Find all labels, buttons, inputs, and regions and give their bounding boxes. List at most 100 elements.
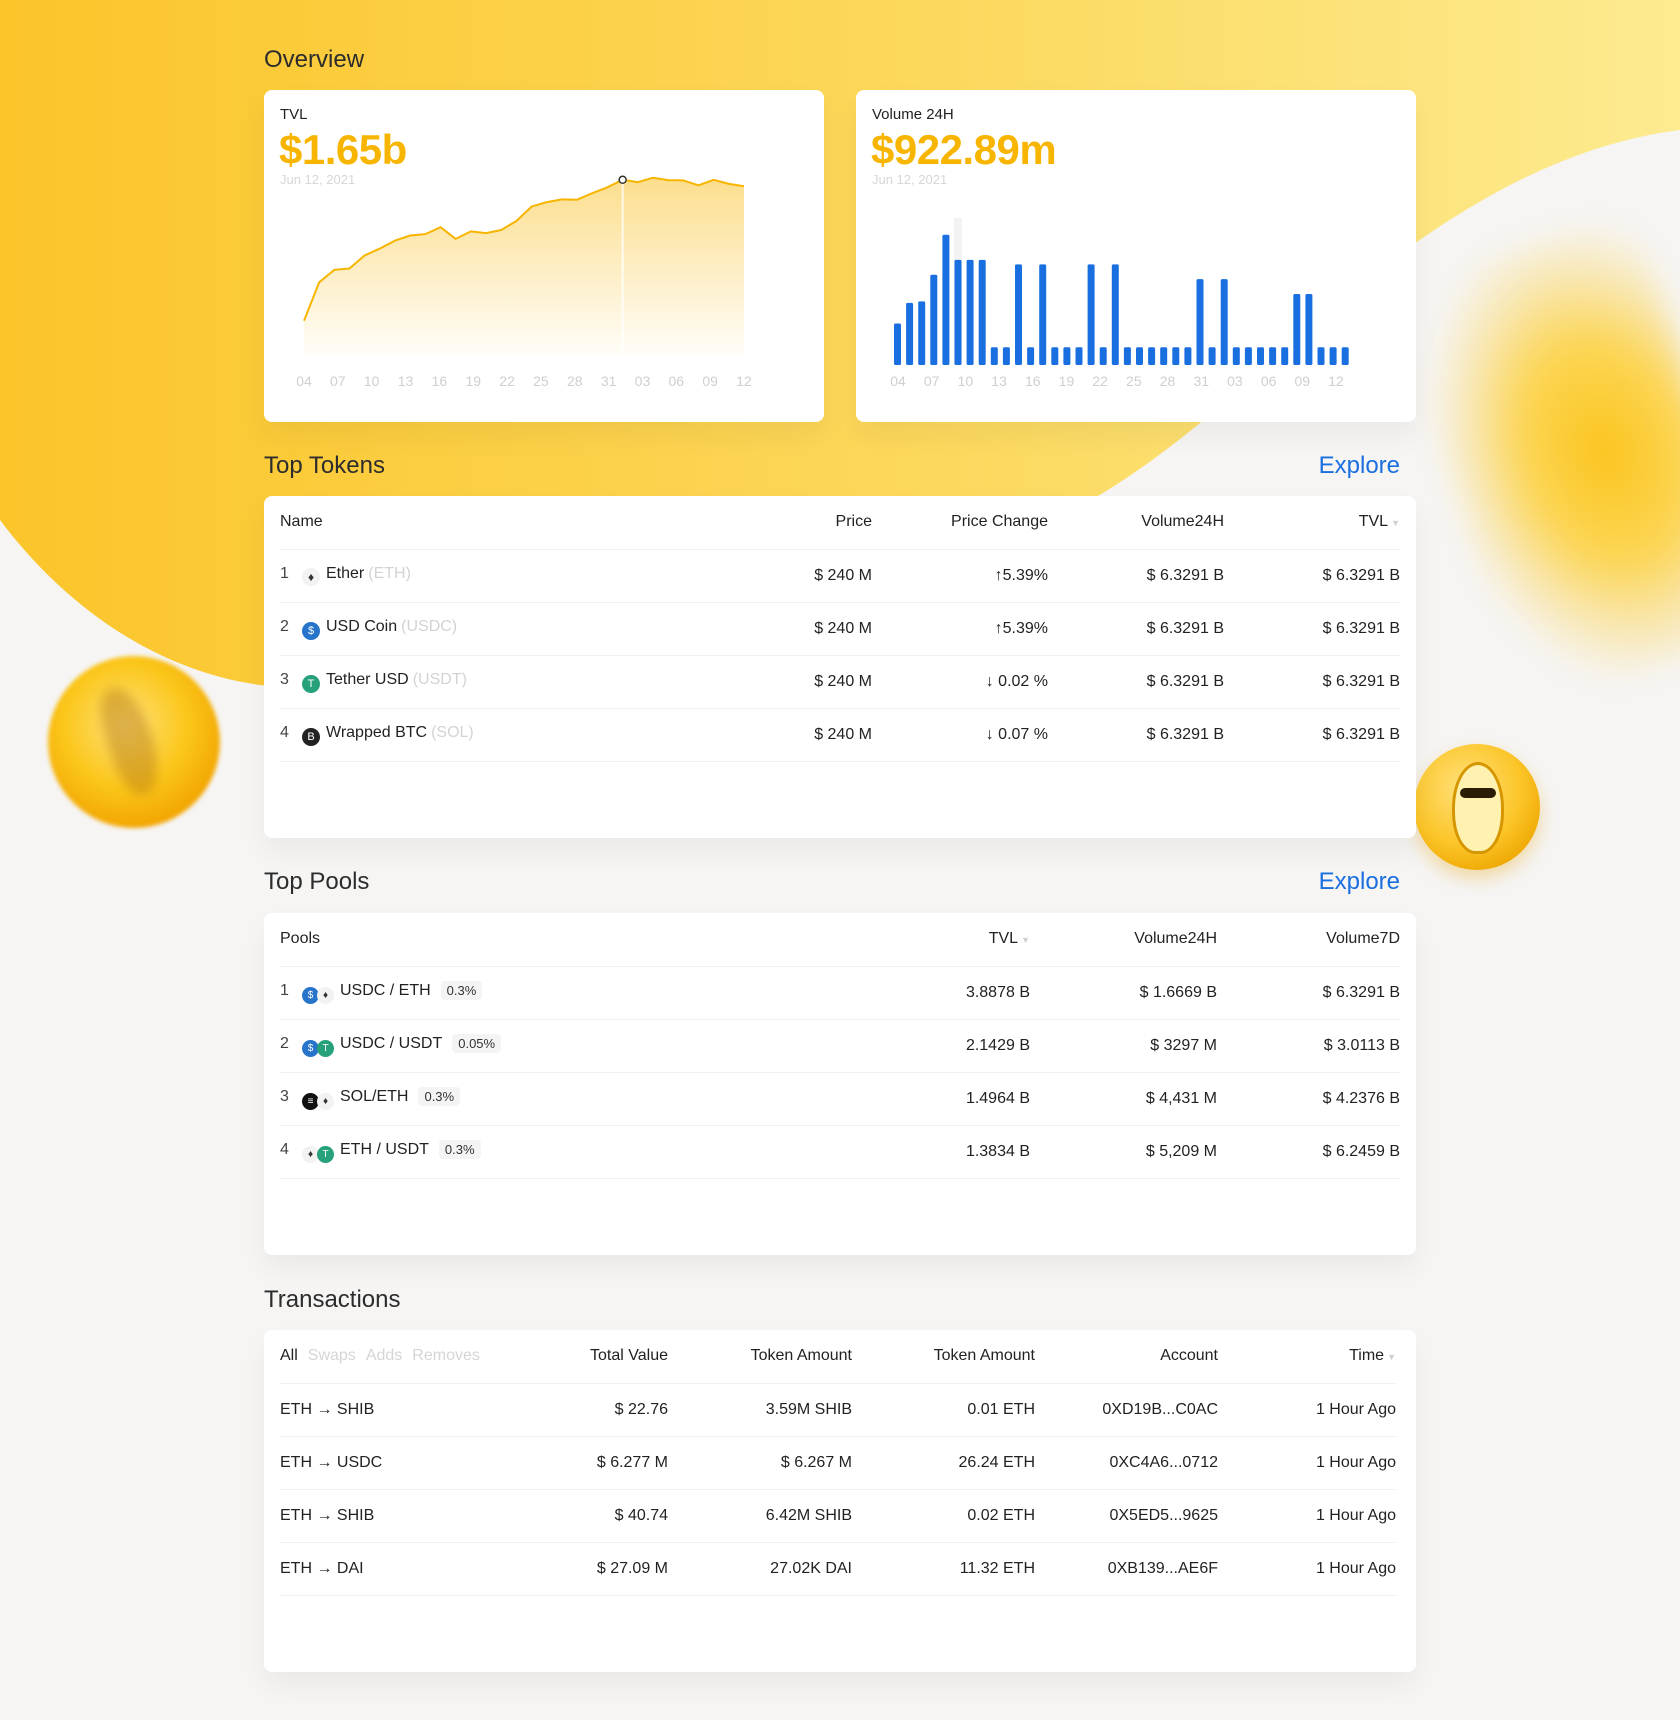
- volume-bar[interactable]: [1257, 347, 1264, 365]
- transaction-total-value: $ 6.277 M: [500, 1436, 668, 1490]
- tvl-header-label: TVL: [1358, 513, 1389, 531]
- volume-bar[interactable]: [1293, 293, 1301, 365]
- volume-bar[interactable]: [1087, 264, 1095, 365]
- transaction-action-link[interactable]: ETH → SHIB: [280, 1489, 500, 1543]
- transactions-title: Transactions: [264, 1286, 401, 1313]
- volume-bar[interactable]: [1027, 347, 1035, 365]
- volume-bar[interactable]: [1051, 347, 1059, 365]
- volume-bar[interactable]: [1232, 347, 1240, 365]
- column-header-pools[interactable]: Pools: [280, 913, 830, 967]
- tab-adds[interactable]: Adds: [366, 1347, 402, 1364]
- table-row[interactable]: 2$USD Coin(USDC)$ 240 M5.39%$ 6.3291 B$ …: [280, 602, 1400, 656]
- column-header-total-value[interactable]: Total Value: [500, 1330, 668, 1384]
- row-rank: 1: [280, 565, 289, 582]
- pool-volume24h: $ 4,431 M: [1030, 1072, 1217, 1126]
- volume-bar[interactable]: [1317, 347, 1325, 365]
- token-price-change: 5.39%: [872, 602, 1048, 656]
- transactions-table: All Swaps Adds Removes Total Value Token Am…: [280, 1330, 1396, 1596]
- table-row[interactable]: 4 ♦ T ETH / USDT 0.3% 1.3834 B $ 5,209 M $ 6.24…: [280, 1125, 1400, 1179]
- volume-bar[interactable]: [1148, 347, 1156, 365]
- table-row[interactable]: 1♦Ether(ETH)$ 240 M5.39%$ 6.3291 B$ 6.32…: [280, 549, 1400, 603]
- volume-bar[interactable]: [1269, 347, 1277, 365]
- volume-bar[interactable]: [1075, 347, 1083, 365]
- volume-bar[interactable]: [1002, 347, 1010, 365]
- banana-coin-right-icon: [1414, 744, 1540, 870]
- table-row[interactable]: 3 ≡ ♦ SOL/ETH 0.3% 1.4964 B $ 4,431 M $ 4.2376 …: [280, 1072, 1400, 1126]
- top-pools-explore-link[interactable]: Explore: [1319, 868, 1400, 896]
- column-header-account[interactable]: Account: [1035, 1330, 1218, 1384]
- column-header-volume24h[interactable]: Volume24H: [1030, 913, 1217, 967]
- column-header-name[interactable]: Name: [280, 496, 732, 550]
- volume-bar[interactable]: [930, 274, 938, 365]
- transaction-action-link[interactable]: ETH → USDC: [280, 1436, 500, 1490]
- table-row[interactable]: ETH → SHIB $ 22.76 3.59M SHIB 0.01 ETH 0XD19…: [280, 1383, 1396, 1437]
- table-row[interactable]: 1 $ ♦ USDC / ETH 0.3% 3.8878 B $ 1.6669 B $ 6.3…: [280, 966, 1400, 1020]
- time-header-label: Time: [1349, 1347, 1385, 1365]
- transaction-action-link[interactable]: ETH → DAI: [280, 1542, 500, 1596]
- transaction-action-link[interactable]: ETH → SHIB: [280, 1383, 500, 1437]
- table-row[interactable]: 4 B Wrapped BTC (SOL) $ 240 M ↓ 0.07 % $ 6.329…: [280, 708, 1400, 762]
- table-row[interactable]: ETH → USDC $ 6.277 M $ 6.267 M 26.24 ETH 0XC…: [280, 1436, 1396, 1490]
- volume-bar[interactable]: [978, 259, 986, 365]
- volume-bar[interactable]: [1160, 347, 1168, 365]
- token-volume24h: $ 6.3291 B: [1048, 549, 1224, 603]
- volume-bar[interactable]: [894, 323, 901, 365]
- transaction-account-link[interactable]: 0XB139...AE6F: [1035, 1542, 1218, 1596]
- tab-removes[interactable]: Removes: [412, 1347, 480, 1364]
- volume-bar[interactable]: [1015, 264, 1022, 365]
- transaction-account-link[interactable]: 0XC4A6...0712: [1035, 1436, 1218, 1490]
- column-header-tvl[interactable]: TVL ▼: [1224, 496, 1400, 550]
- column-header-price[interactable]: Price: [732, 496, 872, 550]
- column-header-time[interactable]: Time ▼: [1218, 1330, 1396, 1384]
- x-tick-label: 10: [364, 373, 380, 389]
- tab-all[interactable]: All: [280, 1347, 298, 1364]
- tab-swaps[interactable]: Swaps: [308, 1347, 356, 1364]
- table-row[interactable]: 2 $ T USDC / USDT 0.05% 2.1429 B $ 3297 M $ 3.0…: [280, 1019, 1400, 1073]
- table-header-row: Pools TVL ▼ Volume24H Volume7D: [280, 913, 1400, 967]
- volume-bar[interactable]: [990, 347, 998, 365]
- volume-bar[interactable]: [954, 259, 962, 365]
- volume-bar[interactable]: [1099, 347, 1107, 365]
- column-header-price-change[interactable]: Price Change: [872, 496, 1048, 550]
- volume-bar[interactable]: [1184, 347, 1192, 365]
- volume-bar[interactable]: [1208, 347, 1216, 365]
- column-header-token-amount-a[interactable]: Token Amount: [668, 1330, 852, 1384]
- volume-bar[interactable]: [1123, 347, 1131, 365]
- volume-bar[interactable]: [1196, 279, 1204, 365]
- volume-bar[interactable]: [906, 302, 914, 365]
- volume-bar[interactable]: [1341, 347, 1349, 365]
- volume-bar[interactable]: [942, 234, 950, 365]
- tvl-area-chart[interactable]: 04 07 10 13 16 19 22 25 28 31 03 06 09 12: [264, 90, 824, 422]
- volume-bar[interactable]: [1305, 293, 1313, 365]
- column-header-tvl[interactable]: TVL ▼: [830, 913, 1030, 967]
- volume-bar[interactable]: [966, 259, 974, 365]
- table-row[interactable]: ETH → SHIB $ 40.74 6.42M SHIB 0.02 ETH 0X5ED…: [280, 1489, 1396, 1543]
- column-header-volume24h[interactable]: Volume24H: [1048, 496, 1224, 550]
- volume-bar[interactable]: [1220, 279, 1228, 365]
- volume-bar[interactable]: [1172, 347, 1180, 365]
- x-tick-label: 28: [567, 373, 583, 389]
- top-tokens-card: Name Price Price Change Volume24H TVL ▼ 1…: [264, 496, 1416, 838]
- column-header-volume7d[interactable]: Volume7D: [1217, 913, 1400, 967]
- token-tvl: $ 6.3291 B: [1224, 549, 1400, 603]
- token-symbol: (USDC): [401, 617, 458, 635]
- volume-bar[interactable]: [1281, 347, 1289, 365]
- transaction-account-link[interactable]: 0XD19B...C0AC: [1035, 1383, 1218, 1437]
- x-tick-label: 31: [1193, 373, 1209, 389]
- column-header-token-amount-b[interactable]: Token Amount: [852, 1330, 1035, 1384]
- top-tokens-explore-link[interactable]: Explore: [1319, 452, 1400, 480]
- volume-bar[interactable]: [918, 301, 926, 365]
- volume-bar[interactable]: [1329, 347, 1337, 365]
- token-name-cell: 4 B Wrapped BTC (SOL): [280, 708, 732, 762]
- volume-bar-chart[interactable]: 04 07 10 13 16 19 22 25 28 31 03 06 09 12: [856, 90, 1416, 422]
- pool-volume7d: $ 4.2376 B: [1217, 1072, 1400, 1126]
- table-row[interactable]: 3 T Tether USD (USDT) $ 240 M ↓ 0.02 % $ 6.329…: [280, 655, 1400, 709]
- volume-bar[interactable]: [1244, 347, 1252, 365]
- volume-bar[interactable]: [1063, 347, 1071, 365]
- volume-bar[interactable]: [1136, 347, 1143, 365]
- token-volume24h: $ 6.3291 B: [1048, 602, 1224, 656]
- table-row[interactable]: ETH → DAI $ 27.09 M 27.02K DAI 11.32 ETH 0XB…: [280, 1542, 1396, 1596]
- volume-bar[interactable]: [1039, 264, 1047, 365]
- transaction-account-link[interactable]: 0X5ED5...9625: [1035, 1489, 1218, 1543]
- volume-bar[interactable]: [1111, 264, 1119, 365]
